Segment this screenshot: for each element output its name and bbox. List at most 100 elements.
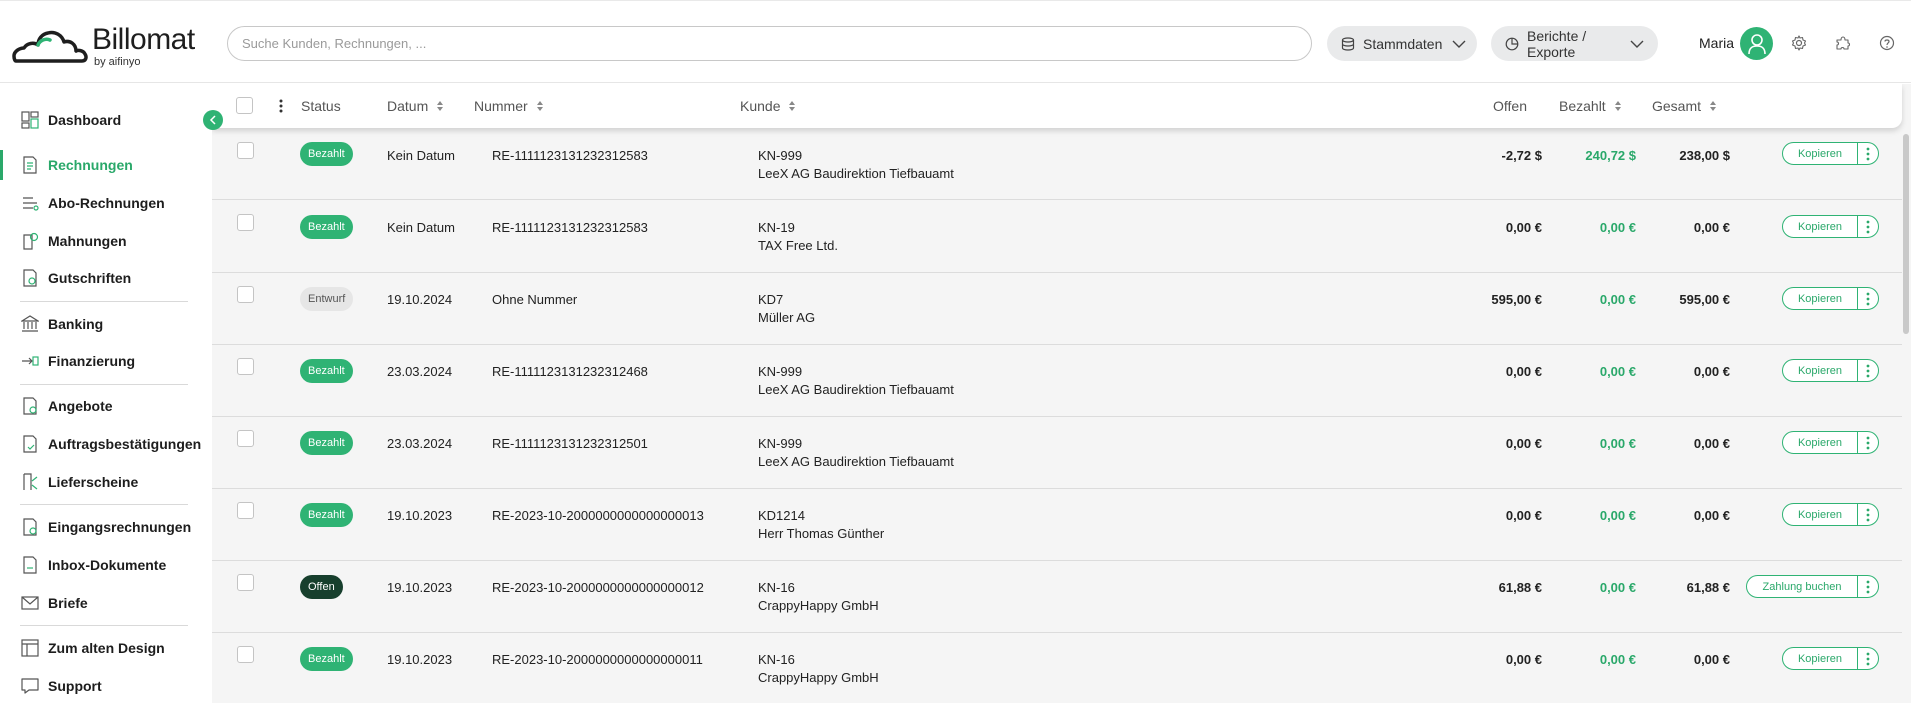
row-checkbox[interactable]	[237, 214, 254, 231]
amount-paid: 0,00 €	[1599, 364, 1636, 379]
book-payment-button[interactable]: Zahlung buchen	[1746, 575, 1858, 598]
more-actions-button[interactable]	[1857, 431, 1879, 454]
copy-button[interactable]: Kopieren	[1782, 431, 1858, 454]
row-checkbox[interactable]	[237, 358, 254, 375]
column-header-datum[interactable]: Datum	[387, 98, 444, 114]
invoice-number[interactable]: RE-1111123131232312583	[492, 148, 648, 163]
sidebar-item-gutschriften[interactable]: Gutschriften	[0, 263, 212, 293]
copy-button[interactable]: Kopieren	[1782, 503, 1858, 526]
scrollbar-thumb[interactable]	[1903, 134, 1909, 334]
row-checkbox[interactable]	[237, 430, 254, 447]
copy-button[interactable]: Kopieren	[1782, 287, 1858, 310]
table-row[interactable]: Bezahlt Kein Datum RE-111112313123231258…	[212, 201, 1902, 273]
more-actions-button[interactable]	[1857, 503, 1879, 526]
customer-name[interactable]: Müller AG	[758, 310, 815, 325]
amount-open: 0,00 €	[1505, 508, 1542, 523]
order-confirmation-icon	[20, 434, 40, 454]
row-checkbox[interactable]	[237, 574, 254, 591]
amount-total: 61,88 €	[1686, 580, 1730, 595]
puzzle-icon[interactable]	[1834, 34, 1852, 52]
customer-name[interactable]: CrappyHappy GmbH	[758, 670, 879, 685]
select-all-checkbox[interactable]	[236, 97, 253, 114]
customer-name[interactable]: CrappyHappy GmbH	[758, 598, 879, 613]
vertical-scrollbar[interactable]	[1902, 128, 1910, 688]
user-name[interactable]: Maria	[1699, 35, 1734, 51]
incoming-invoice-icon	[20, 517, 40, 537]
gear-icon[interactable]	[1790, 34, 1808, 52]
berichte-exporte-dropdown[interactable]: Berichte / Exporte	[1491, 26, 1658, 61]
column-header-status[interactable]: Status	[301, 98, 341, 114]
sidebar-item-eingangsrechnungen[interactable]: Eingangsrechnungen	[0, 512, 212, 542]
row-checkbox[interactable]	[237, 286, 254, 303]
customer-name[interactable]: LeeX AG Baudirektion Tiefbauamt	[758, 454, 954, 469]
billomat-logo[interactable]: Billomat by aifinyo	[10, 21, 210, 69]
sidebar-item-briefe[interactable]: Briefe	[0, 588, 212, 618]
table-row[interactable]: Offen 19.10.2023 RE-2023-10-200000000000…	[212, 561, 1902, 633]
sidebar-item-mahnungen[interactable]: Mahnungen	[0, 226, 212, 256]
customer-name[interactable]: TAX Free Ltd.	[758, 238, 838, 253]
sidebar-item-lieferscheine[interactable]: Lieferscheine	[0, 467, 212, 497]
invoice-number[interactable]: Ohne Nummer	[492, 292, 577, 307]
table-row[interactable]: Bezahlt 23.03.2024 RE-111112313123231246…	[212, 345, 1902, 417]
sort-icon	[1614, 100, 1622, 112]
column-header-kunde[interactable]: Kunde	[740, 98, 796, 114]
copy-button[interactable]: Kopieren	[1782, 647, 1858, 670]
sidebar-item-label: Auftragsbestätigungen	[48, 436, 202, 452]
copy-button[interactable]: Kopieren	[1782, 142, 1858, 165]
customer-number: KN-999	[758, 436, 803, 451]
sidebar-item-banking[interactable]: Banking	[0, 309, 212, 339]
more-actions-button[interactable]	[1857, 287, 1879, 310]
sidebar: Dashboard Rechnungen Abo-Rechnungen Mahn…	[0, 84, 212, 703]
help-icon[interactable]	[1878, 34, 1896, 52]
invoice-number[interactable]: RE-1111123131232312583	[492, 220, 648, 235]
sidebar-item-inbox-dokumente[interactable]: Inbox-Dokumente	[0, 550, 212, 580]
invoice-number[interactable]: RE-2023-10-2000000000000000011	[492, 652, 703, 667]
customer-name[interactable]: LeeX AG Baudirektion Tiefbauamt	[758, 166, 954, 181]
sidebar-item-auftragsbestaetigungen[interactable]: Auftragsbestätigungen	[0, 429, 212, 459]
more-actions-button[interactable]	[1857, 142, 1879, 165]
search-input[interactable]	[228, 27, 1311, 60]
copy-button[interactable]: Kopieren	[1782, 215, 1858, 238]
customer-name[interactable]: LeeX AG Baudirektion Tiefbauamt	[758, 382, 954, 397]
sidebar-item-zum-alten-design[interactable]: Zum alten Design	[0, 633, 212, 663]
invoice-number[interactable]: RE-2023-10-2000000000000000013	[492, 508, 704, 523]
sidebar-item-rechnungen[interactable]: Rechnungen	[0, 150, 212, 180]
copy-button[interactable]: Kopieren	[1782, 359, 1858, 382]
sidebar-item-abo-rechnungen[interactable]: Abo-Rechnungen	[0, 188, 212, 218]
invoice-number[interactable]: RE-2023-10-2000000000000000012	[492, 580, 704, 595]
table-row[interactable]: Bezahlt 19.10.2023 RE-2023-10-2000000000…	[212, 633, 1902, 703]
search-field[interactable]	[227, 26, 1312, 61]
invoice-number[interactable]: RE-1111123131232312501	[492, 436, 648, 451]
more-actions-button[interactable]	[1857, 647, 1879, 670]
table-row[interactable]: Bezahlt Kein Datum RE-111112313123231258…	[212, 128, 1902, 200]
invoice-number[interactable]: RE-1111123131232312468	[492, 364, 648, 379]
customer-number: KN-999	[758, 364, 803, 379]
customer-name[interactable]: Herr Thomas Günther	[758, 526, 884, 541]
amount-paid: 0,00 €	[1599, 436, 1636, 451]
table-row[interactable]: Entwurf 19.10.2024 Ohne Nummer KD7 Mülle…	[212, 273, 1902, 345]
more-actions-button[interactable]	[1857, 215, 1879, 238]
column-header-nummer[interactable]: Nummer	[474, 98, 544, 114]
column-header-offen[interactable]: Offen	[1493, 98, 1527, 114]
layout-icon	[20, 638, 40, 658]
table-row[interactable]: Bezahlt 23.03.2024 RE-111112313123231250…	[212, 417, 1902, 489]
column-header-gesamt[interactable]: Gesamt	[1652, 98, 1717, 114]
row-checkbox[interactable]	[237, 646, 254, 663]
table-row[interactable]: Bezahlt 19.10.2023 RE-2023-10-2000000000…	[212, 489, 1902, 561]
row-checkbox[interactable]	[237, 502, 254, 519]
avatar[interactable]	[1740, 27, 1773, 60]
column-header-bezahlt[interactable]: Bezahlt	[1559, 98, 1622, 114]
more-actions-button[interactable]	[1857, 575, 1879, 598]
invoice-date: 19.10.2023	[387, 508, 453, 523]
sidebar-collapse-button[interactable]	[203, 110, 223, 130]
column-menu-icon[interactable]	[278, 97, 284, 115]
sidebar-item-support[interactable]: Support	[0, 671, 212, 701]
more-actions-button[interactable]	[1857, 359, 1879, 382]
sidebar-item-finanzierung[interactable]: Finanzierung	[0, 346, 212, 376]
sidebar-item-dashboard[interactable]: Dashboard	[0, 105, 212, 135]
offer-icon	[20, 396, 40, 416]
customer-number: KN-19	[758, 220, 795, 235]
stammdaten-dropdown[interactable]: Stammdaten	[1327, 26, 1477, 61]
sidebar-item-angebote[interactable]: Angebote	[0, 391, 212, 421]
row-checkbox[interactable]	[237, 142, 254, 159]
